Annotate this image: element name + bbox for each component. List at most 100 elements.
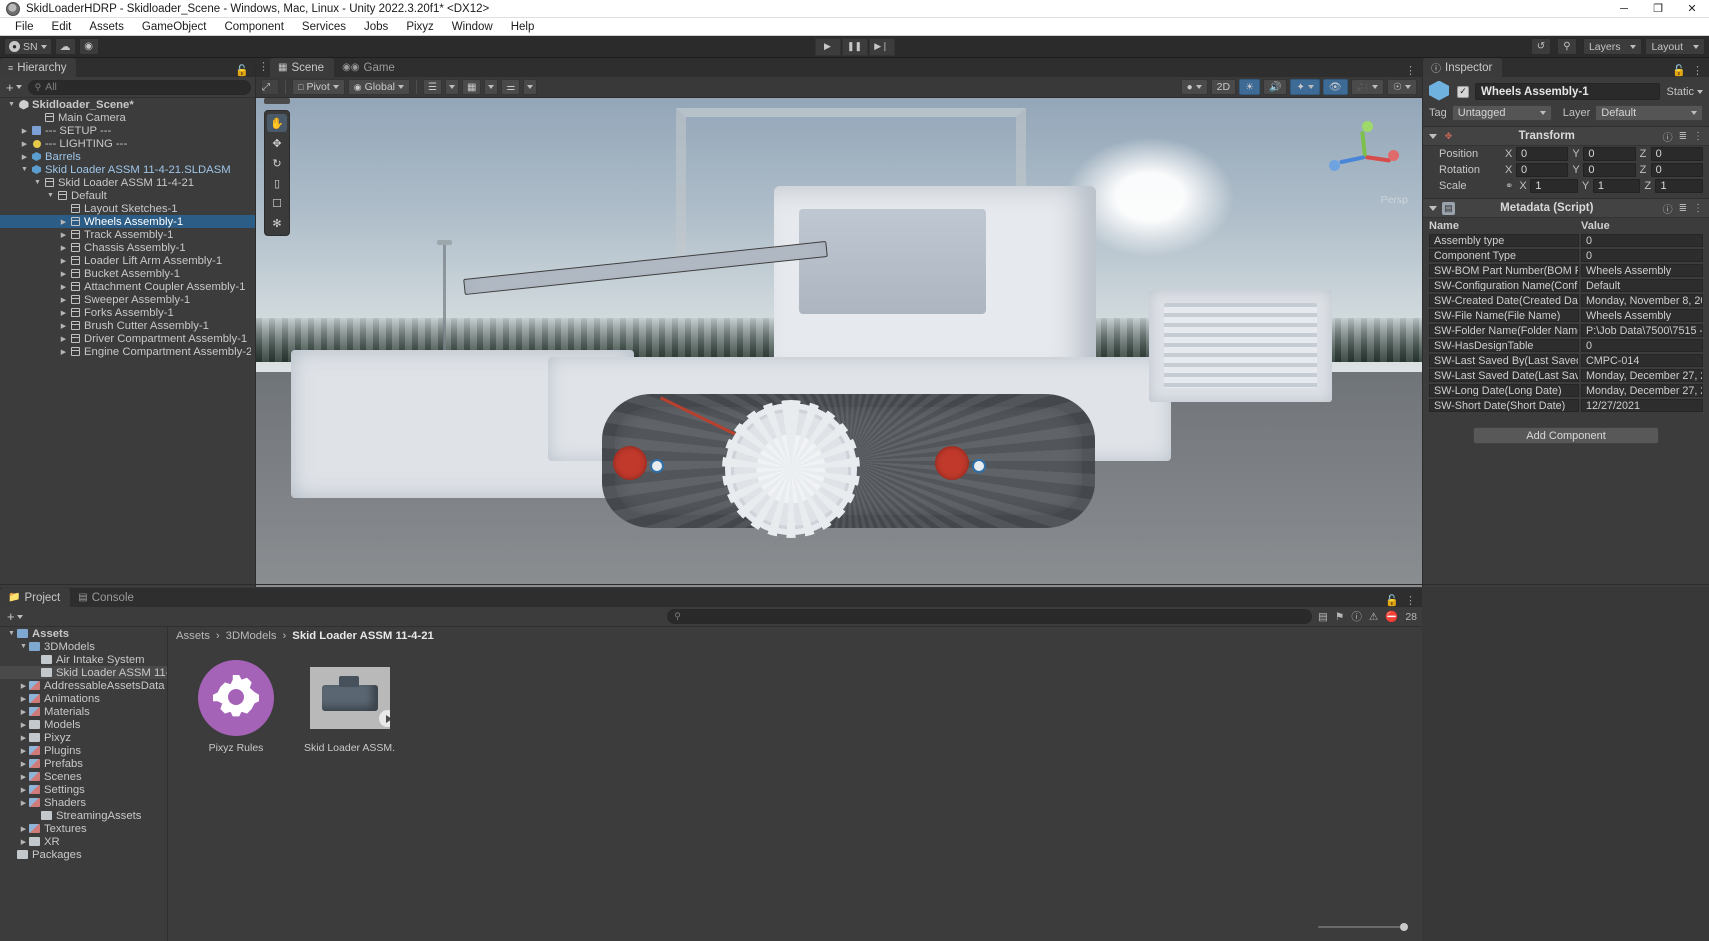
tab-scene[interactable]: ▦ Scene — [270, 58, 334, 77]
help-icon[interactable]: ⓘ — [1663, 201, 1673, 216]
lock-icon[interactable]: 🔓 — [1672, 64, 1686, 77]
chevron-right-icon[interactable]: ▶ — [19, 127, 30, 135]
numeric-input[interactable]: 0 — [1516, 147, 1568, 161]
project-tree-item[interactable]: ▶Pixyz — [0, 731, 167, 744]
metadata-name-cell[interactable]: SW-Created Date(Created Da — [1429, 294, 1579, 307]
numeric-input[interactable]: 1 — [1593, 179, 1641, 193]
move-tool-button[interactable]: ✥ — [267, 134, 287, 152]
hierarchy-item[interactable]: ▶Track Assembly-1 — [0, 228, 255, 241]
metadata-value-cell[interactable]: P:\Job Data\7500\7515 - U — [1581, 324, 1703, 337]
scene-viewport[interactable]: ✋ ✥ ↻ ▯ ☐ ✻ Persp — [256, 98, 1422, 587]
project-content-area[interactable]: Assets › 3DModels › Skid Loader ASSM 11-… — [168, 627, 1422, 941]
chevron-right-icon[interactable]: ▶ — [58, 257, 69, 265]
transform-position-y[interactable]: Y0 — [1572, 147, 1635, 161]
gizmo-projection-label[interactable]: Persp — [1381, 194, 1408, 206]
metadata-name-cell[interactable]: Component Type — [1429, 249, 1579, 262]
scene-inspector-splitter[interactable] — [1422, 58, 1423, 587]
step-button[interactable]: ▶❘ — [869, 38, 895, 56]
chevron-right-icon[interactable]: ▶ — [58, 244, 69, 252]
menu-window[interactable]: Window — [443, 18, 502, 36]
chevron-right-icon[interactable]: ▶ — [18, 773, 29, 781]
global-dropdown[interactable]: ◉ Global — [348, 79, 410, 95]
hierarchy-item[interactable]: ▶Sweeper Assembly-1 — [0, 293, 255, 306]
project-tree-item[interactable]: ▶Materials — [0, 705, 167, 718]
panel-options-icon[interactable]: ⋮ — [1405, 594, 1416, 607]
metadata-value-cell[interactable]: Wheels Assembly — [1581, 309, 1703, 322]
metadata-name-cell[interactable]: SW-Last Saved By(Last Saved — [1429, 354, 1579, 367]
lock-icon[interactable]: 🔓 — [1385, 594, 1399, 607]
metadata-value-cell[interactable]: Monday, November 8, 202 — [1581, 294, 1703, 307]
metadata-name-cell[interactable]: SW-BOM Part Number(BOM P — [1429, 264, 1579, 277]
project-tree-item[interactable]: ▼Assets — [0, 627, 167, 640]
hierarchy-item[interactable]: ▶Brush Cutter Assembly-1 — [0, 319, 255, 332]
slider-knob[interactable] — [1400, 923, 1408, 931]
tag-dropdown[interactable]: Untagged — [1452, 105, 1552, 121]
metadata-component-header[interactable]: ▤ Metadata (Script) ⓘ ≣ ⋮ — [1423, 198, 1709, 218]
metadata-value-cell[interactable]: Monday, December 27, 20 — [1581, 369, 1703, 382]
transform-rotation-x[interactable]: X0 — [1505, 163, 1568, 177]
project-tree-item[interactable]: ▶Shaders — [0, 796, 167, 809]
numeric-input[interactable]: 1 — [1655, 179, 1703, 193]
project-tree-item[interactable]: StreamingAssets — [0, 809, 167, 822]
transform-position-x[interactable]: X0 — [1505, 147, 1568, 161]
scene-lighting-toggle[interactable]: ☀ — [1239, 79, 1260, 95]
preset-icon[interactable]: ≣ — [1679, 203, 1687, 214]
project-tree-item[interactable]: Skid Loader ASSM 11-4 — [0, 666, 167, 679]
chevron-right-icon[interactable]: ▶ — [18, 682, 29, 690]
transform-position-z[interactable]: Z0 — [1640, 147, 1703, 161]
add-component-button[interactable]: Add Component — [1473, 427, 1659, 444]
transform-tool-button[interactable]: ✻ — [267, 214, 287, 232]
chevron-right-icon[interactable]: ▶ — [18, 838, 29, 846]
project-tree-item[interactable]: ▶AddressableAssetsData — [0, 679, 167, 692]
numeric-input[interactable]: 0 — [1583, 163, 1635, 177]
chevron-right-icon[interactable]: ▶ — [58, 296, 69, 304]
search-by-label-icon[interactable]: ⚑ — [1335, 611, 1344, 623]
component-menu-icon[interactable]: ⋮ — [1693, 131, 1703, 142]
asset-item[interactable]: Skid Loader ASSM... — [302, 658, 398, 754]
breadcrumb-assets[interactable]: Assets — [176, 630, 210, 642]
project-search-input[interactable]: ⚲ — [667, 609, 1312, 624]
menu-help[interactable]: Help — [502, 18, 544, 36]
pause-button[interactable]: ❚❚ — [842, 38, 868, 56]
transform-component-header[interactable]: ✥ Transform ⓘ ≣ ⋮ — [1423, 126, 1709, 146]
chevron-right-icon[interactable]: ▶ — [18, 825, 29, 833]
metadata-value-cell[interactable]: Wheels Assembly — [1581, 264, 1703, 277]
metadata-name-cell[interactable]: SW-Last Saved Date(Last Sav — [1429, 369, 1579, 382]
hierarchy-item[interactable]: ▶Forks Assembly-1 — [0, 306, 255, 319]
asset-item[interactable]: Pixyz Rules — [188, 658, 284, 754]
hierarchy-item[interactable]: ▼Skid Loader ASSM 11-4-21 — [0, 176, 255, 189]
lock-icon[interactable]: 🔓 — [235, 64, 249, 77]
chevron-right-icon[interactable]: ▶ — [58, 218, 69, 226]
project-folder-tree[interactable]: ▼Assets▼3DModelsAir Intake SystemSkid Lo… — [0, 627, 168, 941]
metadata-value-cell[interactable]: Monday, December 27, 20 — [1581, 384, 1703, 397]
hierarchy-item[interactable]: ▼Skidloader_Scene* — [0, 98, 255, 111]
help-icon[interactable]: ⓘ — [1663, 129, 1673, 144]
info-icon[interactable]: ⓘ — [1351, 609, 1362, 624]
chevron-down-icon[interactable]: ▼ — [32, 179, 43, 186]
hierarchy-item[interactable]: ▶Driver Compartment Assembly-1 — [0, 332, 255, 345]
chevron-right-icon[interactable]: ▶ — [18, 695, 29, 703]
hierarchy-item[interactable]: Main Camera — [0, 111, 255, 124]
scene-fx-dropdown[interactable]: ✦ — [1290, 79, 1319, 95]
hierarchy-item[interactable]: ▶--- LIGHTING --- — [0, 137, 255, 150]
scene-view-tool-button[interactable]: ⤢ — [261, 79, 279, 95]
numeric-input[interactable]: 0 — [1651, 147, 1703, 161]
chevron-right-icon[interactable]: ▶ — [19, 140, 30, 148]
transform-rotation-y[interactable]: Y0 — [1572, 163, 1635, 177]
transform-rotation-z[interactable]: Z0 — [1640, 163, 1703, 177]
menu-services[interactable]: Services — [293, 18, 355, 36]
project-tree-item[interactable]: ▶XR — [0, 835, 167, 848]
menu-gameobject[interactable]: GameObject — [133, 18, 216, 36]
chevron-right-icon[interactable]: ▶ — [58, 270, 69, 278]
scene-tools-drag-handle[interactable] — [264, 98, 290, 104]
menu-assets[interactable]: Assets — [80, 18, 133, 36]
hierarchy-item[interactable]: ▶Wheels Assembly-1 — [0, 215, 255, 228]
chevron-right-icon[interactable]: ▶ — [58, 283, 69, 291]
chevron-right-icon[interactable]: ▶ — [19, 153, 30, 161]
hierarchy-item[interactable]: ▶Bucket Assembly-1 — [0, 267, 255, 280]
menu-edit[interactable]: Edit — [43, 18, 81, 36]
project-tree-item[interactable]: ▶Animations — [0, 692, 167, 705]
grid-visibility-dropdown[interactable] — [484, 79, 498, 95]
chevron-right-icon[interactable]: ▶ — [58, 309, 69, 317]
transform-scale-y[interactable]: Y1 — [1582, 179, 1641, 193]
